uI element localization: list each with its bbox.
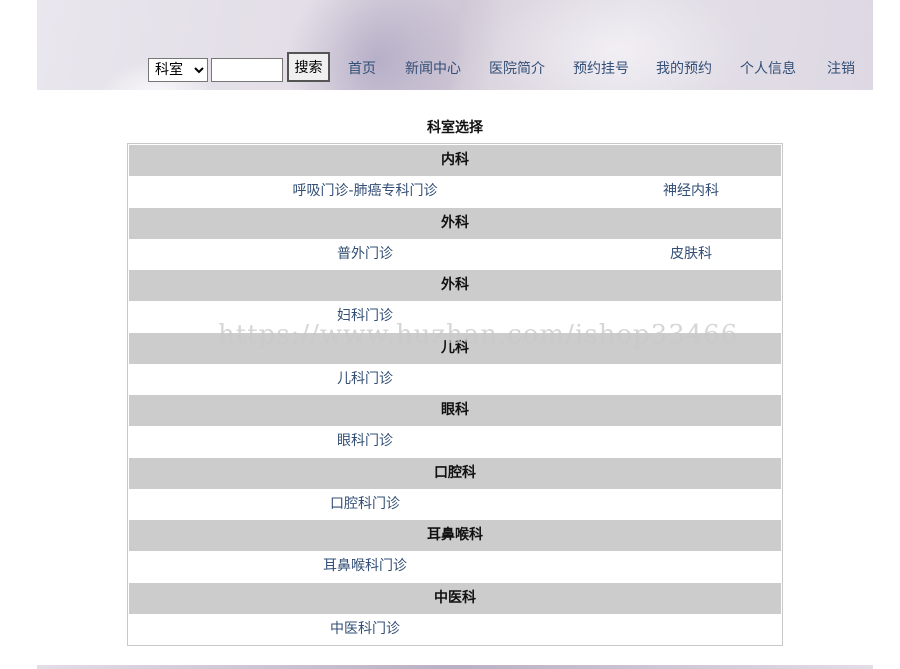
department-link[interactable]: 神经内科 (663, 176, 719, 207)
category-header: 儿科 (129, 333, 781, 364)
department-link[interactable]: 妇科门诊 (337, 301, 393, 332)
department-row: 口腔科门诊 (129, 489, 781, 520)
department-row: 妇科门诊 (129, 301, 781, 332)
department-link[interactable]: 口腔科门诊 (330, 489, 400, 520)
nav-appointment[interactable]: 预约挂号 (573, 58, 629, 78)
search-type-select[interactable]: 科室 (148, 58, 208, 82)
category-header: 耳鼻喉科 (129, 520, 781, 551)
nav-logout[interactable]: 注销 (827, 58, 855, 78)
category-header: 外科 (129, 208, 781, 239)
department-link[interactable]: 中医科门诊 (330, 614, 400, 645)
search-button[interactable]: 搜索 (287, 52, 330, 82)
department-link[interactable]: 耳鼻喉科门诊 (323, 551, 407, 582)
department-link[interactable]: 儿科门诊 (337, 364, 393, 395)
department-row: 中医科门诊 (129, 614, 781, 645)
search-input[interactable] (211, 58, 283, 82)
department-row: 儿科门诊 (129, 364, 781, 395)
category-header: 内科 (129, 145, 781, 176)
category-header: 中医科 (129, 583, 781, 614)
nav-my-appointments[interactable]: 我的预约 (656, 58, 712, 78)
footer-banner (37, 665, 873, 669)
panel-title: 科室选择 (427, 120, 483, 136)
nav-profile[interactable]: 个人信息 (740, 58, 796, 78)
category-header: 口腔科 (129, 458, 781, 489)
department-row: 普外门诊 皮肤科 (129, 239, 781, 270)
department-row: 耳鼻喉科门诊 (129, 551, 781, 582)
nav-hospital-intro[interactable]: 医院简介 (489, 58, 545, 78)
category-header: 外科 (129, 270, 781, 301)
nav-news[interactable]: 新闻中心 (405, 58, 461, 78)
department-link[interactable]: 普外门诊 (337, 239, 393, 270)
nav-home[interactable]: 首页 (348, 58, 376, 78)
department-link[interactable]: 眼科门诊 (337, 426, 393, 457)
category-header: 眼科 (129, 395, 781, 426)
department-link[interactable]: 皮肤科 (670, 239, 712, 270)
department-link[interactable]: 呼吸门诊-肺癌专科门诊 (292, 176, 437, 207)
department-table: 内科 呼吸门诊-肺癌专科门诊 神经内科 外科 普外门诊 皮肤科 外科 妇科门诊 … (127, 143, 783, 646)
department-row: 呼吸门诊-肺癌专科门诊 神经内科 (129, 176, 781, 207)
department-row: 眼科门诊 (129, 426, 781, 457)
